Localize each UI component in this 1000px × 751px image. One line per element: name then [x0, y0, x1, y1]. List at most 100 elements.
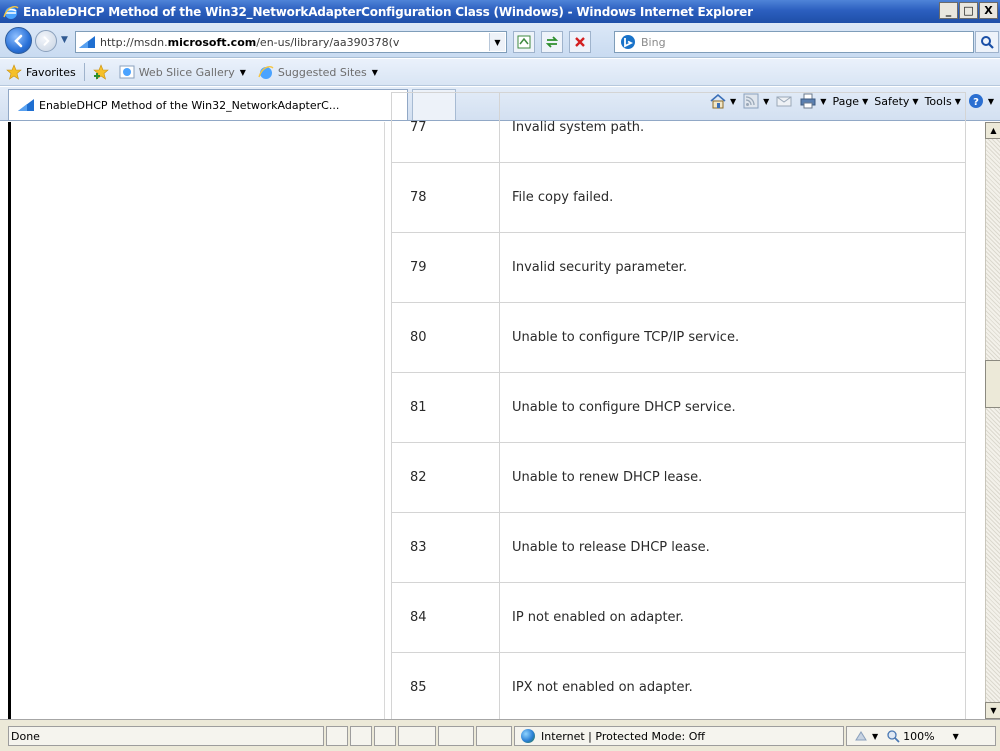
table-row: 83 Unable to release DHCP lease.: [391, 512, 966, 583]
status-panel: [350, 726, 372, 746]
return-code-description: Unable to release DHCP lease.: [499, 512, 966, 583]
return-code-description: Unable to configure TCP/IP service.: [499, 302, 966, 373]
compatibility-view-button[interactable]: [513, 31, 535, 53]
vertical-scrollbar[interactable]: ▲ ▼: [968, 122, 1000, 719]
status-panel: [438, 726, 474, 746]
return-code: 84: [391, 582, 500, 653]
add-favorite-button[interactable]: [92, 64, 113, 80]
zoom-button[interactable]: 100%: [886, 729, 935, 743]
status-panel: [374, 726, 396, 746]
return-code: 78: [391, 162, 500, 233]
stop-button[interactable]: [569, 31, 591, 53]
scroll-down-button[interactable]: ▼: [985, 702, 1000, 719]
internet-explorer-icon: [3, 5, 19, 19]
table-row: 84 IP not enabled on adapter.: [391, 582, 966, 653]
refresh-button[interactable]: [541, 31, 563, 53]
search-button[interactable]: [975, 31, 999, 53]
address-dropdown-button[interactable]: ▼: [489, 33, 505, 51]
bing-icon: [621, 35, 635, 49]
chevron-down-icon: ▼: [239, 67, 246, 77]
status-panel: [476, 726, 512, 746]
msdn-site-icon: [79, 36, 95, 48]
msdn-site-icon: [18, 99, 34, 111]
table-row: 77 Invalid system path.: [391, 92, 966, 163]
help-button[interactable]: ? ▼: [967, 93, 994, 109]
suggested-sites-link[interactable]: Suggested Sites ▼: [258, 64, 378, 80]
return-code: 80: [391, 302, 500, 373]
url-suffix: /en-us/library/aa390378(v: [256, 35, 400, 49]
return-code-description: Invalid system path.: [499, 92, 966, 163]
left-navigation-pane: [8, 122, 384, 719]
ie-page-icon: [119, 65, 135, 79]
favorites-star-icon: [6, 64, 22, 80]
scrollbar-track[interactable]: [985, 122, 1000, 719]
back-button[interactable]: [5, 27, 32, 54]
search-icon: [981, 36, 994, 49]
return-code-description: File copy failed.: [499, 162, 966, 233]
status-text: Done: [8, 726, 324, 746]
scrollbar-thumb[interactable]: [985, 360, 1000, 408]
zoom-icon: [887, 730, 900, 743]
window-title: EnableDHCP Method of the Win32_NetworkAd…: [23, 4, 753, 19]
return-codes-table: 77 Invalid system path. 78 File copy fai…: [391, 92, 966, 723]
security-zone[interactable]: Internet | Protected Mode: Off: [514, 726, 844, 746]
page-content: 77 Invalid system path. 78 File copy fai…: [0, 92, 1000, 723]
chevron-down-icon: ▼: [987, 96, 994, 106]
recent-pages-dropdown[interactable]: ▼: [61, 35, 71, 45]
table-row: 79 Invalid security parameter.: [391, 232, 966, 303]
favorites-label: Favorites: [26, 65, 76, 79]
title-bar: EnableDHCP Method of the Win32_NetworkAd…: [0, 0, 1000, 23]
web-slice-gallery-label: Web Slice Gallery: [138, 65, 235, 79]
suggested-sites-label: Suggested Sites: [277, 65, 367, 79]
web-slice-gallery-link[interactable]: Web Slice Gallery ▼: [119, 64, 246, 80]
table-row: 85 IPX not enabled on adapter.: [391, 652, 966, 723]
add-to-favorites-icon: [92, 64, 109, 80]
return-code-description: Invalid security parameter.: [499, 232, 966, 303]
stop-icon: [575, 37, 585, 47]
scroll-up-button[interactable]: ▲: [985, 122, 1000, 139]
chevron-down-icon: ▼: [872, 731, 879, 741]
zoom-level: 100%: [903, 729, 935, 743]
status-tools: ▼ 100% ▼: [846, 726, 996, 746]
return-code-description: IP not enabled on adapter.: [499, 582, 966, 653]
return-code: 85: [391, 652, 500, 723]
return-code-description: IPX not enabled on adapter.: [499, 652, 966, 723]
pop-up-blocker-icon: [855, 731, 867, 741]
tab-active[interactable]: EnableDHCP Method of the Win32_NetworkAd…: [8, 89, 408, 120]
favorites-button[interactable]: Favorites: [6, 64, 76, 80]
forward-arrow-icon: [43, 36, 50, 46]
internet-zone-icon: [521, 729, 535, 743]
maximize-button[interactable]: □: [959, 2, 978, 19]
close-button[interactable]: X: [979, 2, 998, 19]
favorites-bar: Favorites Web Slice Gallery ▼ Suggested …: [0, 59, 1000, 86]
refresh-icon: [545, 36, 559, 48]
return-code: 82: [391, 442, 500, 513]
status-bar: Done Internet | Protected Mode: Off ▼ 10…: [0, 719, 1000, 751]
svg-text:?: ?: [973, 97, 979, 108]
url-text[interactable]: http://msdn.microsoft.com/en-us/library/…: [100, 36, 489, 49]
address-bar[interactable]: http://msdn.microsoft.com/en-us/library/…: [75, 31, 507, 53]
return-code-description: Unable to renew DHCP lease.: [499, 442, 966, 513]
search-placeholder: Bing: [641, 35, 666, 49]
url-domain: microsoft.com: [167, 35, 257, 49]
pane-divider: [384, 122, 385, 719]
return-code: 81: [391, 372, 500, 443]
table-row: 78 File copy failed.: [391, 162, 966, 233]
forward-button[interactable]: [35, 30, 57, 52]
return-code-description: Unable to configure DHCP service.: [499, 372, 966, 443]
back-arrow-icon: [13, 34, 22, 47]
zoom-dropdown-button[interactable]: ▼: [953, 732, 959, 741]
suggested-sites-icon: [258, 66, 274, 79]
help-icon: ?: [968, 94, 983, 108]
return-code: 79: [391, 232, 500, 303]
url-prefix: http://msdn.: [100, 35, 168, 49]
navigation-bar: ▼ http://msdn.microsoft.com/en-us/librar…: [0, 23, 1000, 58]
return-code: 77: [391, 92, 500, 163]
status-panel: [398, 726, 436, 746]
search-box[interactable]: Bing: [614, 31, 974, 53]
return-code: 83: [391, 512, 500, 583]
protected-mode-button[interactable]: ▼: [853, 729, 878, 743]
status-panel: [326, 726, 348, 746]
minimize-button[interactable]: _: [939, 2, 958, 19]
tab-label: EnableDHCP Method of the Win32_NetworkAd…: [39, 98, 340, 112]
